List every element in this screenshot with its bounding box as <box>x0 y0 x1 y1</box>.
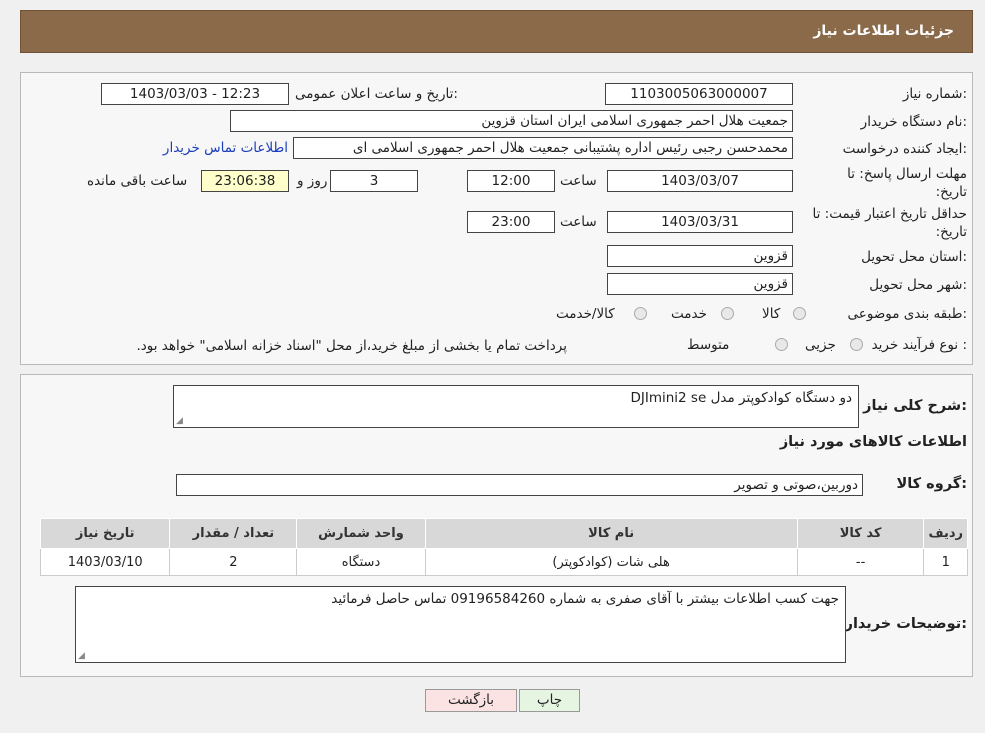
city-label: شهر محل تحویل: <box>869 277 967 293</box>
cell-date: 1403/03/10 <box>39 548 171 576</box>
back-button[interactable]: بازگشت <box>425 689 517 712</box>
days-field: 3 <box>330 170 418 192</box>
process-note: پرداخت تمام یا بخشی از مبلغ خرید،از محل … <box>136 338 567 354</box>
resize-grip-icon[interactable]: ◢ <box>78 651 85 661</box>
category-label: طبقه بندی موضوعی: <box>847 306 967 322</box>
remaining-label: ساعت باقی مانده <box>87 173 188 189</box>
buyer-notes-textarea[interactable]: جهت کسب اطلاعات بیشتر با آقای صفری به شم… <box>75 586 846 663</box>
col-date: تاریخ نیاز <box>39 518 171 549</box>
buyer-org-label: نام دستگاه خریدار: <box>860 114 967 130</box>
summary-textarea[interactable]: دو دستگاه کوادکوپتر مدل DJImini2 se ◢ <box>173 385 859 428</box>
page-header: جزئیات اطلاعات نیاز <box>20 10 973 53</box>
table-header-row: ردیف کد کالا نام کالا واحد شمارش تعداد /… <box>39 518 968 549</box>
validity-time-label: ساعت <box>560 214 597 230</box>
col-name: نام کالا <box>424 518 798 549</box>
cell-name: هلی شات (کوادکوپتر) <box>424 548 798 576</box>
col-quantity: تعداد / مقدار <box>169 518 298 549</box>
deadline-time-field: 12:00 <box>467 170 555 192</box>
table-row: 1 -- هلی شات (کوادکوپتر) دستگاه 2 1403/0… <box>39 548 968 576</box>
validity-label: حداقل تاریخ اعتبار قیمت: تا تاریخ: <box>812 206 967 240</box>
goods-group-label: گروه کالا: <box>896 476 967 492</box>
category-radio-goods-service[interactable] <box>634 307 647 320</box>
category-option-service: خدمت <box>671 306 707 322</box>
need-number-label: شماره نیاز: <box>902 86 967 102</box>
province-field: قزوین <box>607 245 793 267</box>
goods-info-title: اطلاعات کالاهای مورد نیاز <box>779 434 967 450</box>
deadline-label: مهلت ارسال پاسخ: تا تاریخ: <box>847 166 967 200</box>
col-unit: واحد شمارش <box>296 518 426 549</box>
validity-time-field: 23:00 <box>467 211 555 233</box>
goods-table: ردیف کد کالا نام کالا واحد شمارش تعداد /… <box>39 518 968 576</box>
process-option-medium: متوسط <box>687 337 730 353</box>
resize-grip-icon[interactable]: ◢ <box>176 416 183 426</box>
category-option-goods-service: کالا/خدمت <box>556 306 615 322</box>
deadline-time-label: ساعت <box>560 173 597 189</box>
cell-row: 1 <box>923 548 968 576</box>
category-radio-goods[interactable] <box>793 307 806 320</box>
category-option-goods: کالا <box>762 306 781 322</box>
process-radio-minor[interactable] <box>850 338 863 351</box>
summary-text: دو دستگاه کوادکوپتر مدل DJImini2 se <box>630 390 852 406</box>
buyer-org-field: جمعیت هلال احمر جمهوری اسلامی ایران استا… <box>230 110 793 132</box>
cell-code: -- <box>796 548 925 576</box>
page-title: جزئیات اطلاعات نیاز <box>813 23 954 39</box>
buyer-notes-label: توضیحات خریدار: <box>844 616 967 632</box>
goods-group-field: دوربین،صوتی و تصویر <box>176 474 863 496</box>
process-radio-medium[interactable] <box>775 338 788 351</box>
process-label: نوع فرآیند خرید : <box>871 337 967 353</box>
process-option-minor: جزیی <box>805 337 836 353</box>
contact-info-link[interactable]: اطلاعات تماس خریدار <box>163 140 288 156</box>
print-button[interactable]: چاپ <box>519 689 580 712</box>
province-label: استان محل تحویل: <box>861 249 967 265</box>
requester-label: ایجاد کننده درخواست: <box>842 141 967 157</box>
cell-quantity: 2 <box>169 548 298 576</box>
col-code: کد کالا <box>796 518 925 549</box>
validity-date-field: 1403/03/31 <box>607 211 793 233</box>
cell-unit: دستگاه <box>296 548 426 576</box>
buyer-notes-text: جهت کسب اطلاعات بیشتر با آقای صفری به شم… <box>331 591 839 607</box>
category-radio-service[interactable] <box>721 307 734 320</box>
announce-label: تاریخ و ساعت اعلان عمومی: <box>295 86 458 102</box>
deadline-date-field: 1403/03/07 <box>607 170 793 192</box>
announce-field: 1403/03/03 - 12:23 <box>101 83 289 105</box>
summary-label: شرح کلی نیاز: <box>863 398 967 414</box>
days-label: روز و <box>297 173 328 189</box>
remaining-time-field: 23:06:38 <box>201 170 289 192</box>
city-field: قزوین <box>607 273 793 295</box>
requester-field: محمدحسن رجبی رئیس اداره پشتیبانی جمعیت ه… <box>293 137 793 159</box>
col-row: ردیف <box>923 518 968 549</box>
goods-table-wrapper: ردیف کد کالا نام کالا واحد شمارش تعداد /… <box>39 518 968 576</box>
need-number-field: 1103005063000007 <box>605 83 793 105</box>
